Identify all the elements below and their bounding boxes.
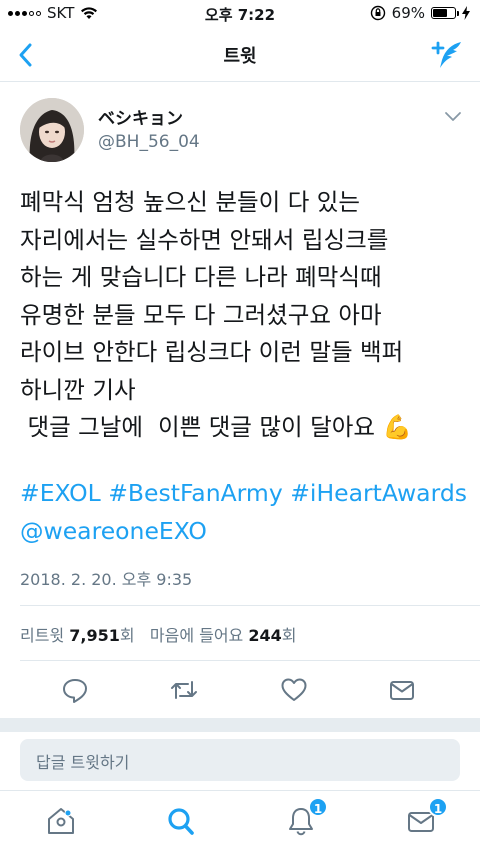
avatar[interactable]	[20, 98, 84, 162]
tweet-links: #EXOL #BestFanArmy #iHeartAwards @weareo…	[20, 475, 470, 550]
divider	[20, 605, 480, 606]
home-icon	[48, 808, 74, 834]
tab-messages[interactable]: 1	[406, 797, 448, 837]
orientation-lock-icon	[370, 5, 385, 21]
chevron-down-icon[interactable]	[444, 110, 462, 122]
tweet-text: 폐막식 엄청 높으신 분들이 다 있는 자리에서는 실수하면 안돼서 립싱크를 …	[20, 184, 470, 447]
nav-bar: 트윗	[0, 28, 480, 82]
search-icon	[168, 808, 194, 835]
messages-badge: 1	[428, 797, 448, 817]
tweet-line: 자리에서는 실수하면 안돼서 립싱크를	[20, 225, 389, 254]
hashtag-link[interactable]: #EXOL	[20, 479, 101, 507]
divider	[20, 660, 480, 661]
profile-photo	[20, 98, 84, 162]
tab-notifications[interactable]: 1	[286, 797, 328, 837]
likes-unit: 회	[281, 626, 297, 645]
tab-home[interactable]	[46, 805, 76, 837]
reply-icon[interactable]	[61, 676, 89, 704]
page-title: 트윗	[223, 46, 257, 67]
reply-input[interactable]: 답글 트윗하기	[20, 739, 460, 781]
section-gap	[0, 718, 480, 732]
retweets-count[interactable]: 7,951	[69, 626, 120, 645]
retweets-unit: 회	[119, 626, 135, 645]
tweet-timestamp: 2018. 2. 20. 오후 9:35	[20, 570, 193, 589]
retweet-icon[interactable]	[170, 676, 198, 704]
likes-label: 마음에 들어요	[149, 626, 244, 645]
tweet-line: 라이브 안한다 립싱크다 이런 말들 백퍼	[20, 338, 404, 366]
direct-message-icon[interactable]	[388, 676, 416, 704]
tweet-stats: 리트윗 7,951회 마음에 들어요 244회	[20, 622, 297, 646]
tab-bar: 1 1	[0, 790, 480, 854]
tweet-line: 하니깐 기사	[20, 375, 136, 404]
hashtag-link[interactable]: #BestFanArmy	[108, 479, 283, 507]
hashtag-link[interactable]: #iHeartAwards	[290, 479, 467, 507]
tweet-line: 폐막식 엄청 높으신 분들이 다 있는	[20, 188, 361, 216]
battery-icon	[431, 7, 459, 19]
status-right: 69%	[370, 4, 470, 22]
like-icon[interactable]	[280, 676, 308, 704]
tab-search[interactable]	[166, 805, 196, 837]
charging-bolt-icon	[462, 6, 470, 20]
user-handle[interactable]: @BH_56_04	[98, 132, 200, 152]
reply-placeholder: 답글 트윗하기	[36, 753, 130, 772]
compose-tweet-icon[interactable]	[430, 38, 464, 72]
status-bar: SKT 오후 7:22 69%	[0, 0, 480, 28]
retweets-label: 리트윗	[20, 626, 65, 645]
likes-count[interactable]: 244	[248, 626, 281, 645]
display-name[interactable]: ベシキョン	[98, 104, 183, 129]
notifications-badge: 1	[308, 797, 328, 817]
tweet-actions	[0, 668, 480, 712]
battery-percent: 69%	[391, 4, 425, 22]
tweet-line: 하는 게 맞습니다 다른 나라 폐막식때	[20, 263, 382, 291]
mention-link[interactable]: @weareoneEXO	[20, 517, 207, 545]
tweet-line: 댓글 그날에 이쁜 댓글 많이 달아요 💪	[20, 413, 412, 441]
tweet-line: 유명한 분들 모두 다 그러셨구요 아마	[20, 300, 382, 329]
